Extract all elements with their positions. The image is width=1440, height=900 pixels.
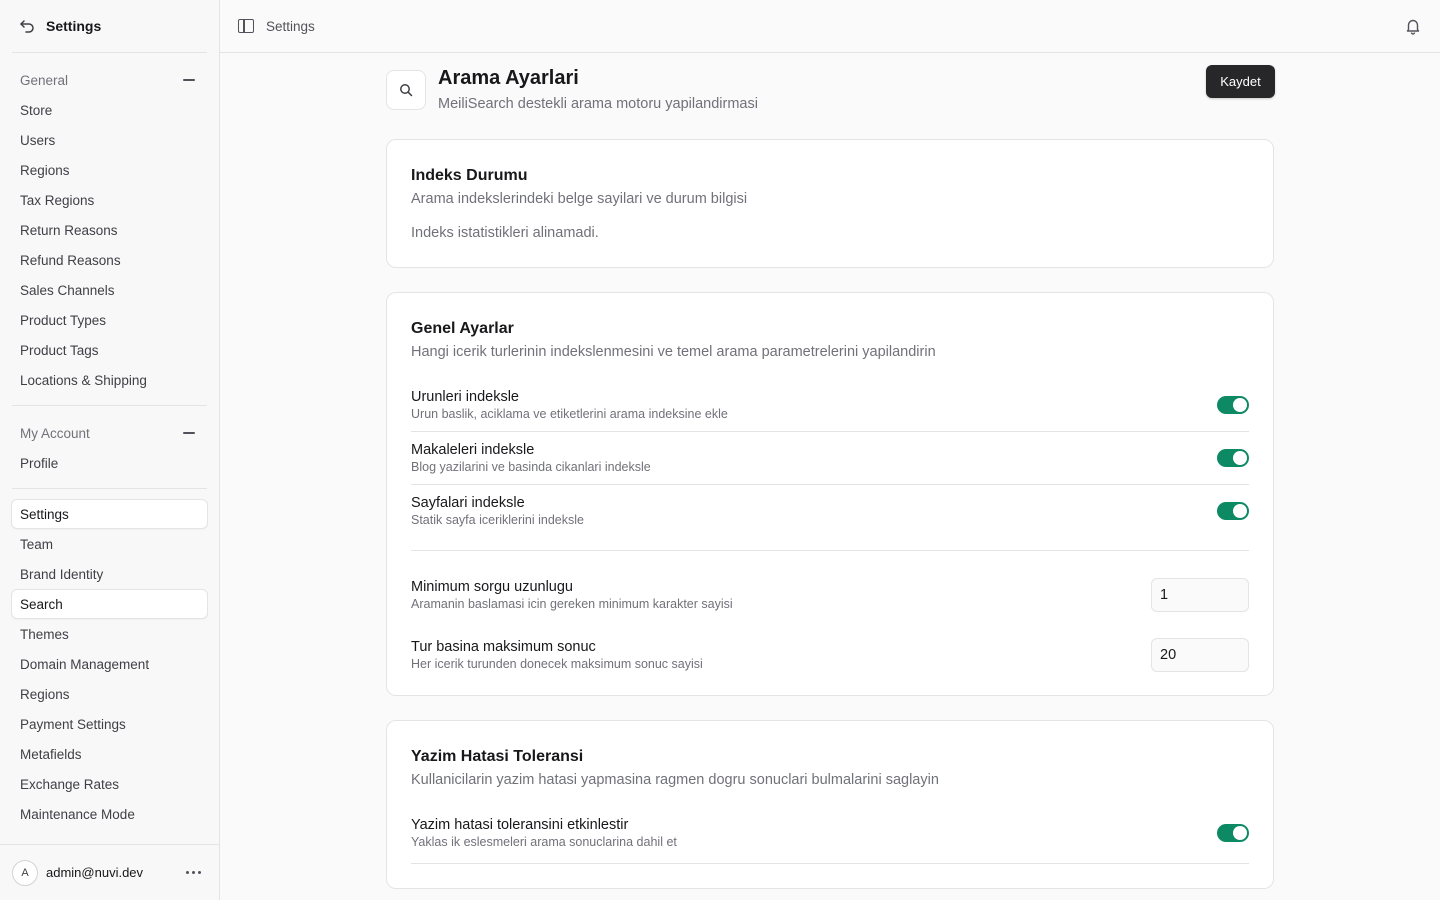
card-title: Yazim Hatasi Toleransi	[411, 748, 584, 765]
collapse-icon[interactable]	[183, 432, 195, 434]
max-results-input[interactable]	[1151, 638, 1249, 672]
typo-tolerance-card: Yazim Hatasi Toleransi Kullanicilarin ya…	[386, 720, 1274, 889]
group-account-label: My Account	[20, 425, 90, 441]
sidebar-item-metafields[interactable]: Metafields	[0, 739, 219, 769]
min-query-length-input[interactable]	[1151, 578, 1249, 612]
group-general-label: General	[20, 72, 69, 88]
search-icon	[400, 84, 413, 97]
index-pages-toggle[interactable]	[1217, 502, 1249, 520]
toggle-row-typo: Yazim hatasi toleransini etkinlestir Yak…	[411, 806, 1249, 859]
general-list: Store Users Regions Tax Regions Return Reaso…	[0, 95, 219, 395]
topbar: Settings	[220, 0, 1440, 53]
toggle-description: Blog yazilarini ve basinda cikanlari ind…	[411, 460, 651, 474]
toggle-label: Yazim hatasi toleransini etkinlestir	[411, 816, 629, 833]
more-icon[interactable]	[180, 871, 207, 874]
bell-icon[interactable]	[1404, 17, 1422, 35]
sidebar-item-brand-identity[interactable]: Brand Identity	[0, 559, 219, 589]
sidebar-item-store[interactable]: Store	[0, 95, 219, 125]
page-title: Arama Ayarlari	[438, 67, 579, 89]
divider	[12, 405, 207, 406]
group-account-header[interactable]: My Account	[0, 418, 219, 448]
sidebar-item-payment-settings[interactable]: Payment Settings	[0, 709, 219, 739]
sidebar-item-search[interactable]: Search	[11, 589, 208, 619]
general-settings-card: Genel Ayarlar Hangi icerik turlerinin in…	[386, 292, 1274, 696]
card-subtitle: Kullanicilarin yazim hatasi yapmasina ra…	[411, 772, 939, 788]
toggle-label: Urunleri indeksle	[411, 388, 519, 405]
min-query-row: Minimum sorgu uzunlugu Aramanin baslamas…	[411, 565, 1249, 625]
sidebar-item-product-types[interactable]: Product Types	[0, 305, 219, 335]
field-label: Tur basina maksimum sonuc	[411, 639, 596, 655]
sidebar: Settings General Store Users Regions Tax Re…	[0, 0, 220, 900]
index-status-card: Indeks Durumu Arama indekslerindeki belg…	[386, 139, 1274, 268]
sidebar-header: Settings	[0, 0, 219, 52]
toggle-list: Yazim hatasi toleransini etkinlestir Yak…	[411, 806, 1249, 864]
index-status-note: Indeks istatistikleri alinamadi.	[411, 225, 599, 241]
sidebar-item-domain-management[interactable]: Domain Management	[0, 649, 219, 679]
sidebar-item-exchange-rates[interactable]: Exchange Rates	[0, 769, 219, 799]
extra-list: Settings Team Brand Identity Search Themes Do…	[0, 499, 219, 829]
card-subtitle: Arama indekslerindeki belge sayilari ve …	[411, 191, 748, 207]
search-icon-box	[386, 70, 426, 110]
divider	[411, 550, 1249, 551]
divider	[12, 52, 207, 53]
user-email: admin@nuvi.dev	[46, 865, 144, 880]
sidebar-item-regions[interactable]: Regions	[0, 679, 219, 709]
sidebar-item-tax-regions[interactable]: Tax Regions	[0, 185, 219, 215]
sidebar-item-refund-reasons[interactable]: Refund Reasons	[0, 245, 219, 275]
toggle-row-products: Urunleri indeksle Urun baslik, aciklama …	[411, 378, 1249, 431]
collapse-icon[interactable]	[183, 79, 195, 81]
field-description: Her icerik turunden donecek maksimum son…	[411, 657, 703, 671]
sidebar-item-settings[interactable]: Settings	[11, 499, 208, 529]
sidebar-item-themes[interactable]: Themes	[0, 619, 219, 649]
save-button[interactable]: Kaydet	[1206, 65, 1275, 98]
toggle-description: Yaklas ik eslesmeleri arama sonuclarina …	[411, 834, 677, 849]
card-title: Indeks Durumu	[411, 167, 528, 184]
page-subtitle: MeiliSearch destekli arama motoru yapila…	[438, 96, 758, 112]
card-title: Genel Ayarlar	[411, 320, 514, 337]
card-subtitle: Hangi icerik turlerinin indekslenmesini …	[411, 344, 936, 360]
field-label: Minimum sorgu uzunlugu	[411, 579, 573, 595]
back-arrow-icon[interactable]	[18, 17, 36, 35]
index-articles-toggle[interactable]	[1217, 449, 1249, 467]
index-products-toggle[interactable]	[1217, 395, 1249, 414]
sidebar-toggle-icon[interactable]	[238, 19, 254, 33]
toggle-description: Statik sayfa iceriklerini indeksle	[411, 513, 584, 527]
sidebar-item-regions[interactable]: Regions	[0, 155, 219, 185]
sidebar-item-return-reasons[interactable]: Return Reasons	[0, 215, 219, 245]
toggle-label: Sayfalari indeksle	[411, 495, 525, 511]
field-description: Aramanin baslamasi icin gereken minimum …	[411, 597, 733, 611]
sidebar-item-maintenance-mode[interactable]: Maintenance Mode	[0, 799, 219, 829]
sidebar-item-team[interactable]: Team	[0, 529, 219, 559]
group-general-header[interactable]: General	[0, 65, 219, 95]
toggle-row-pages: Sayfalari indeksle Statik sayfa icerikle…	[411, 484, 1249, 537]
toggle-row-articles: Makaleleri indeksle Blog yazilarini ve b…	[411, 431, 1249, 484]
page-header: Arama Ayarlari MeiliSearch destekli aram…	[386, 53, 1275, 139]
sidebar-title: Settings	[46, 18, 102, 34]
sidebar-item-users[interactable]: Users	[0, 125, 219, 155]
user-footer[interactable]: A admin@nuvi.dev	[0, 844, 219, 900]
sidebar-item-locations-shipping[interactable]: Locations & Shipping	[0, 365, 219, 395]
main-content: Arama Ayarlari MeiliSearch destekli aram…	[220, 53, 1440, 900]
typo-tolerance-toggle[interactable]	[1217, 823, 1249, 842]
avatar: A	[12, 859, 38, 886]
toggle-description: Urun baslik, aciklama ve etiketlerini ar…	[411, 406, 728, 421]
content-column: Arama Ayarlari MeiliSearch destekli aram…	[386, 53, 1275, 900]
sidebar-item-profile[interactable]: Profile	[0, 448, 219, 478]
sidebar-item-product-tags[interactable]: Product Tags	[0, 335, 219, 365]
breadcrumb: Settings	[266, 18, 315, 34]
divider	[12, 488, 207, 489]
account-list: Profile	[0, 448, 219, 478]
toggle-list: Urunleri indeksle Urun baslik, aciklama …	[411, 378, 1249, 537]
toggle-label: Makaleleri indeksle	[411, 442, 535, 458]
sidebar-item-sales-channels[interactable]: Sales Channels	[0, 275, 219, 305]
max-results-row: Tur basina maksimum sonuc Her icerik tur…	[411, 625, 1249, 685]
